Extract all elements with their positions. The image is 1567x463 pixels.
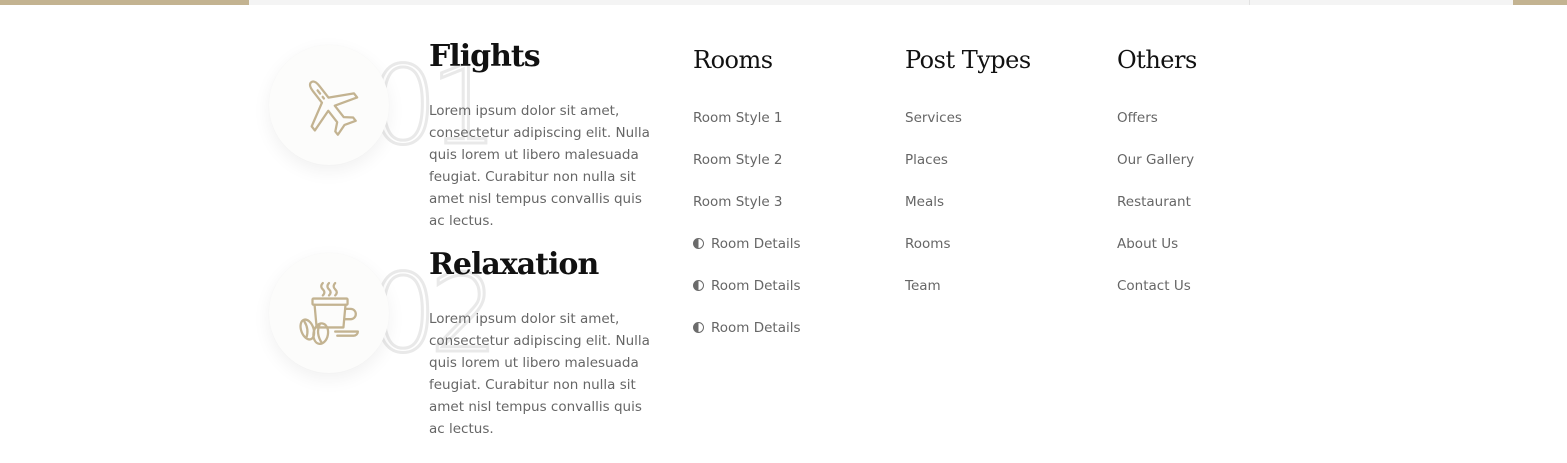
list-item: About Us <box>1117 234 1194 276</box>
coffee-cup-icon <box>299 281 360 345</box>
half-circle-icon <box>693 280 704 291</box>
link-list: Services Places Meals Rooms Team <box>905 108 962 318</box>
feature-description: Lorem ipsum dolor sit amet, consectetur … <box>429 311 650 437</box>
meals-link[interactable]: Meals <box>905 192 944 212</box>
feature-icon-circle <box>269 45 389 165</box>
feature-title: Relaxation <box>429 247 599 282</box>
list-item: Services <box>905 108 962 150</box>
footer-column-post-types: Post Types Services Places Meals Rooms T… <box>905 45 1105 294</box>
half-circle-icon <box>693 238 704 249</box>
feature-title: Flights <box>429 39 541 74</box>
airplane-icon <box>308 80 359 136</box>
header-strip <box>249 0 1513 5</box>
list-item: Our Gallery <box>1117 150 1194 192</box>
footer-column-others: Others Offers Our Gallery Restaurant Abo… <box>1117 45 1317 294</box>
room-style-1-link[interactable]: Room Style 1 <box>693 108 783 128</box>
feature-description: Lorem ipsum dolor sit amet, consectetur … <box>429 103 650 229</box>
list-item: Room Style 1 <box>693 108 801 150</box>
room-details-link[interactable]: Room Details <box>711 276 801 296</box>
column-heading: Rooms <box>693 46 773 74</box>
list-item: Rooms <box>905 234 962 276</box>
list-item: Contact Us <box>1117 276 1194 318</box>
list-item: Places <box>905 150 962 192</box>
contact-us-link[interactable]: Contact Us <box>1117 276 1191 296</box>
accent-segment-right <box>1513 0 1567 5</box>
list-item: Restaurant <box>1117 192 1194 234</box>
divider <box>1249 0 1250 5</box>
rooms-link[interactable]: Rooms <box>905 234 950 254</box>
link-list: Offers Our Gallery Restaurant About Us C… <box>1117 108 1194 318</box>
room-style-3-link[interactable]: Room Style 3 <box>693 192 783 212</box>
our-gallery-link[interactable]: Our Gallery <box>1117 150 1194 170</box>
feature-icon-circle <box>269 253 389 373</box>
room-details-link[interactable]: Room Details <box>711 234 801 254</box>
list-item: Meals <box>905 192 962 234</box>
services-link[interactable]: Services <box>905 108 962 128</box>
half-circle-icon <box>693 322 704 333</box>
top-accent-bar <box>0 0 1567 5</box>
places-link[interactable]: Places <box>905 150 948 170</box>
footer-column-rooms: Rooms Room Style 1 Room Style 2 Room Sty… <box>693 45 893 336</box>
list-item: Offers <box>1117 108 1194 150</box>
list-item: Room Style 3 <box>693 192 801 234</box>
accent-segment-left <box>0 0 249 5</box>
restaurant-link[interactable]: Restaurant <box>1117 192 1191 212</box>
list-item: Room Details <box>693 234 801 276</box>
room-details-link[interactable]: Room Details <box>711 318 801 338</box>
about-us-link[interactable]: About Us <box>1117 234 1178 254</box>
offers-link[interactable]: Offers <box>1117 108 1158 128</box>
link-list: Room Style 1 Room Style 2 Room Style 3 R… <box>693 108 801 360</box>
list-item: Room Details <box>693 276 801 318</box>
list-item: Room Details <box>693 318 801 360</box>
team-link[interactable]: Team <box>905 276 941 296</box>
column-heading: Others <box>1117 46 1197 74</box>
room-style-2-link[interactable]: Room Style 2 <box>693 150 783 170</box>
list-item: Room Style 2 <box>693 150 801 192</box>
list-item: Team <box>905 276 962 318</box>
column-heading: Post Types <box>905 46 1031 74</box>
